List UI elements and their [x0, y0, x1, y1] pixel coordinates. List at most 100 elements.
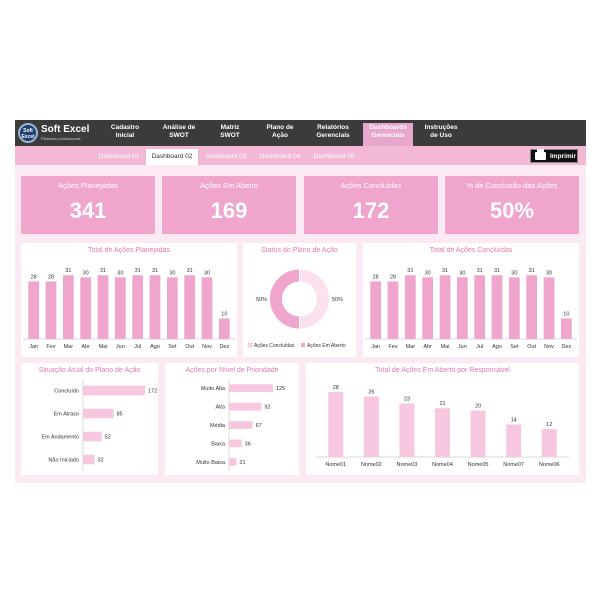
category-label: Mar: [406, 344, 416, 350]
chart-status-plano-plot: 50% 50% Ações Concluídas Ações Em Aberto: [247, 268, 346, 349]
nav-cadastro-inicial[interactable]: Cadastro Inicial: [100, 124, 150, 146]
bar: [229, 457, 237, 466]
category-label: Abr: [81, 344, 90, 350]
brand-logo[interactable]: Soft Excel Soft Excel Planilhas profissi…: [18, 123, 92, 143]
bar-value-label: 31: [529, 268, 535, 274]
bar: [132, 275, 144, 339]
tab-dashboard-03[interactable]: Dashboard 03: [200, 150, 252, 163]
tab-dashboard-05[interactable]: Dashboard 05: [308, 150, 360, 163]
dashboard-app: Soft Excel Soft Excel Planilhas profissi…: [15, 120, 586, 483]
chart-nivel-prioridade-plot: 125 Muito Alta 92 Alta 67 Média 36 Baixa 21 Muito…: [196, 379, 285, 471]
bar: [387, 281, 399, 339]
bar-value-label: 26: [368, 390, 374, 396]
bar: [184, 275, 196, 339]
tab-dashboard-04[interactable]: Dashboard 04: [254, 150, 306, 163]
chart-em-aberto-responsavel: Total de Ações Em Aberto por Responsável…: [306, 363, 579, 475]
slice-value-label: 50%: [332, 297, 343, 303]
bar-value-label: 31: [477, 268, 483, 274]
category-label: Jul: [476, 344, 483, 350]
kpi-percentual-conclusao: % de Conclusão das Ações 50%: [445, 176, 579, 234]
category-label: Nome07: [503, 462, 524, 468]
category-label: Muito Baixa: [196, 460, 226, 466]
nav-plano-acao[interactable]: Plano de Ação: [257, 124, 303, 146]
bar: [229, 439, 242, 448]
category-label: Nome04: [432, 462, 453, 468]
category-label: Não Iniciado: [48, 458, 79, 464]
bar-value-label: 30: [546, 270, 552, 276]
kpi-value: 341: [69, 198, 107, 223]
bar: [506, 424, 522, 457]
bar-value-label: 31: [407, 268, 413, 274]
category-label: Out: [527, 344, 536, 350]
bar-value-label: 10: [221, 311, 227, 317]
chart-title: Situação Atual do Plano de Ação: [38, 367, 141, 374]
legend-swatch: [301, 343, 305, 347]
bar-value-label: 36: [245, 441, 251, 447]
category-label: Média: [210, 423, 226, 429]
category-label: Abr: [423, 344, 432, 350]
category-label: Em Atraso: [54, 412, 79, 418]
nav-instrucoes-uso[interactable]: Instruções de Uso: [416, 124, 466, 146]
kpi-label: Ações Em Aberto: [200, 181, 258, 190]
kpi-value: 172: [352, 198, 390, 223]
bar: [149, 275, 161, 339]
brand-title: Soft Excel: [41, 124, 90, 135]
bar: [166, 277, 178, 339]
bar: [474, 275, 486, 339]
category-label: Nov: [202, 344, 212, 350]
tab-dashboard-01[interactable]: Dashboard 01: [93, 150, 145, 163]
tab-dashboard-02[interactable]: Dashboard 02: [146, 149, 198, 165]
category-label: Dez: [561, 344, 571, 350]
bar-value-label: 52: [105, 435, 111, 441]
category-label: Jan: [371, 344, 380, 350]
category-label: Jun: [116, 344, 125, 350]
bar-value-label: 12: [546, 422, 552, 428]
kpi-value: 50%: [489, 198, 535, 223]
bar-value-label: 31: [135, 268, 141, 274]
category-label: Nome05: [468, 462, 489, 468]
kpi-label: Ações Concluídas: [340, 181, 402, 190]
bar: [229, 384, 273, 393]
category-label: Ago: [150, 344, 160, 350]
bar-value-label: 67: [256, 423, 262, 429]
category-label: Mai: [441, 344, 450, 350]
category-label: Ago: [492, 344, 502, 350]
print-button[interactable]: Imprimir: [530, 149, 578, 163]
category-label: Nome06: [539, 462, 560, 468]
donut-slice: [269, 268, 300, 330]
chart-situacao-atual-plot: 172 Concluído 85 Em Atraso 52 Em Andamento 32 N…: [41, 379, 157, 471]
bar-value-label: 14: [511, 417, 517, 423]
bar: [435, 408, 450, 457]
bar: [80, 277, 92, 339]
category-label: Out: [185, 344, 194, 350]
bar-value-label: 21: [439, 401, 445, 407]
nav-analise-swot[interactable]: Análise de SWOT: [154, 124, 204, 146]
bar-value-label: 30: [204, 270, 210, 276]
chart-title: Total de Ações Em Aberto por Responsável: [375, 367, 510, 374]
bar: [83, 385, 145, 396]
category-label: Jan: [29, 344, 38, 350]
bar-value-label: 31: [187, 268, 193, 274]
chart-nivel-prioridade: Ações por Nível de Prioridade 125 Muito A…: [165, 363, 299, 475]
bar-value-label: 21: [239, 460, 245, 466]
bar-value-label: 23: [404, 397, 410, 403]
nav-dashboards-gerenciais[interactable]: Dashboards Gerenciais: [363, 123, 413, 146]
bar-value-label: 85: [117, 412, 123, 418]
bar: [399, 403, 415, 457]
kpi-value: 169: [210, 198, 248, 223]
category-label: Alta: [216, 405, 226, 411]
category-label: Dez: [219, 344, 229, 350]
nav-matriz-swot[interactable]: Matriz SWOT: [207, 124, 253, 146]
dashboard-tab-bar: Dashboard 01 Dashboard 02 Dashboard 03 D…: [15, 146, 586, 165]
bar: [543, 277, 555, 339]
bar-value-label: 28: [333, 385, 339, 391]
bar-value-label: 30: [169, 270, 175, 276]
bar-value-label: 125: [276, 386, 285, 392]
category-label: Nome01: [325, 462, 346, 468]
bar: [526, 275, 538, 339]
chart-acoes-concluidas: Total de Ações Concluídas 28 Jan 28 Fev 31 Ma…: [363, 243, 579, 357]
bar: [456, 277, 468, 339]
bar-value-label: 92: [264, 405, 270, 411]
brand-badge-icon: Soft Excel: [18, 123, 38, 143]
nav-relatorios-gerenciais[interactable]: Relatórios Gerenciais: [307, 124, 359, 146]
